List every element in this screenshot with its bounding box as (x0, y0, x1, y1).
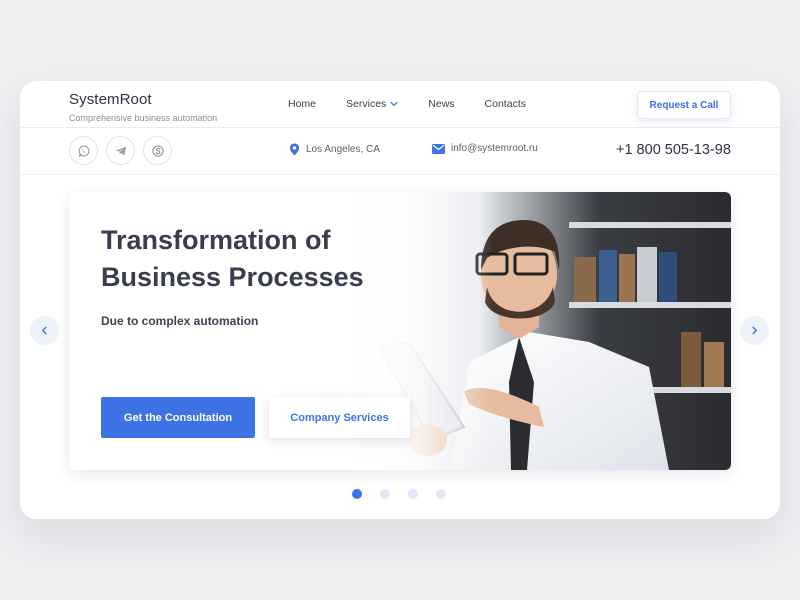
email-link[interactable]: info@systemroot.ru (451, 143, 538, 154)
email-info[interactable]: info@systemroot.ru (432, 143, 538, 154)
slider-next-button[interactable] (740, 316, 769, 345)
mail-icon (432, 143, 445, 154)
hero-title: Transformation of Business Processes (101, 225, 364, 292)
nav-item-label[interactable]: Services (346, 98, 386, 110)
hero-subtitle: Due to complex automation (101, 314, 259, 328)
nav-item-news[interactable]: News (428, 98, 454, 110)
location-info: Los Angeles, CA (289, 143, 380, 156)
chevron-down-icon[interactable] (390, 100, 398, 108)
hero-slide: Transformation of Business Processes Due… (69, 192, 731, 470)
location-pin-icon (289, 143, 300, 156)
brand-tagline: Comprehensive business automation (69, 113, 218, 123)
telegram-button[interactable] (106, 136, 135, 165)
nav-item-label[interactable]: News (428, 98, 454, 110)
main-nav: Home Services News Contacts (288, 98, 556, 110)
nav-item-label[interactable]: Contacts (485, 98, 526, 110)
slider-dot[interactable] (408, 489, 418, 499)
top-navigation-bar: SystemRoot Comprehensive business automa… (20, 81, 780, 128)
social-links (69, 136, 180, 165)
page-card: SystemRoot Comprehensive business automa… (20, 81, 780, 519)
telegram-icon (115, 146, 126, 155)
nav-item-label[interactable]: Home (288, 98, 316, 110)
chevron-left-icon (41, 326, 47, 335)
slider-pagination (352, 489, 464, 499)
phone-number[interactable]: +1 800 505-13-98 (616, 142, 731, 158)
nav-item-home[interactable]: Home (288, 98, 316, 110)
slider-dot[interactable] (436, 489, 446, 499)
get-consultation-button[interactable]: Get the Consultation (101, 397, 255, 438)
skype-button[interactable] (143, 136, 172, 165)
location-text: Los Angeles, CA (306, 144, 380, 155)
skype-icon (151, 144, 164, 157)
company-services-button[interactable]: Company Services (269, 397, 410, 438)
slider-prev-button[interactable] (30, 316, 59, 345)
slider-dot[interactable] (352, 489, 362, 499)
nav-item-contacts[interactable]: Contacts (485, 98, 526, 110)
brand-name[interactable]: SystemRoot (69, 91, 217, 108)
request-call-button[interactable]: Request a Call (637, 91, 731, 119)
whatsapp-icon (78, 145, 89, 157)
chevron-right-icon (752, 326, 758, 335)
slider-dot[interactable] (380, 489, 390, 499)
brand[interactable]: SystemRoot Comprehensive business automa… (69, 91, 217, 123)
whatsapp-button[interactable] (69, 136, 98, 165)
contact-info-bar: Los Angeles, CA info@systemroot.ru +1 80… (20, 128, 780, 175)
nav-item-services[interactable]: Services (346, 98, 398, 110)
